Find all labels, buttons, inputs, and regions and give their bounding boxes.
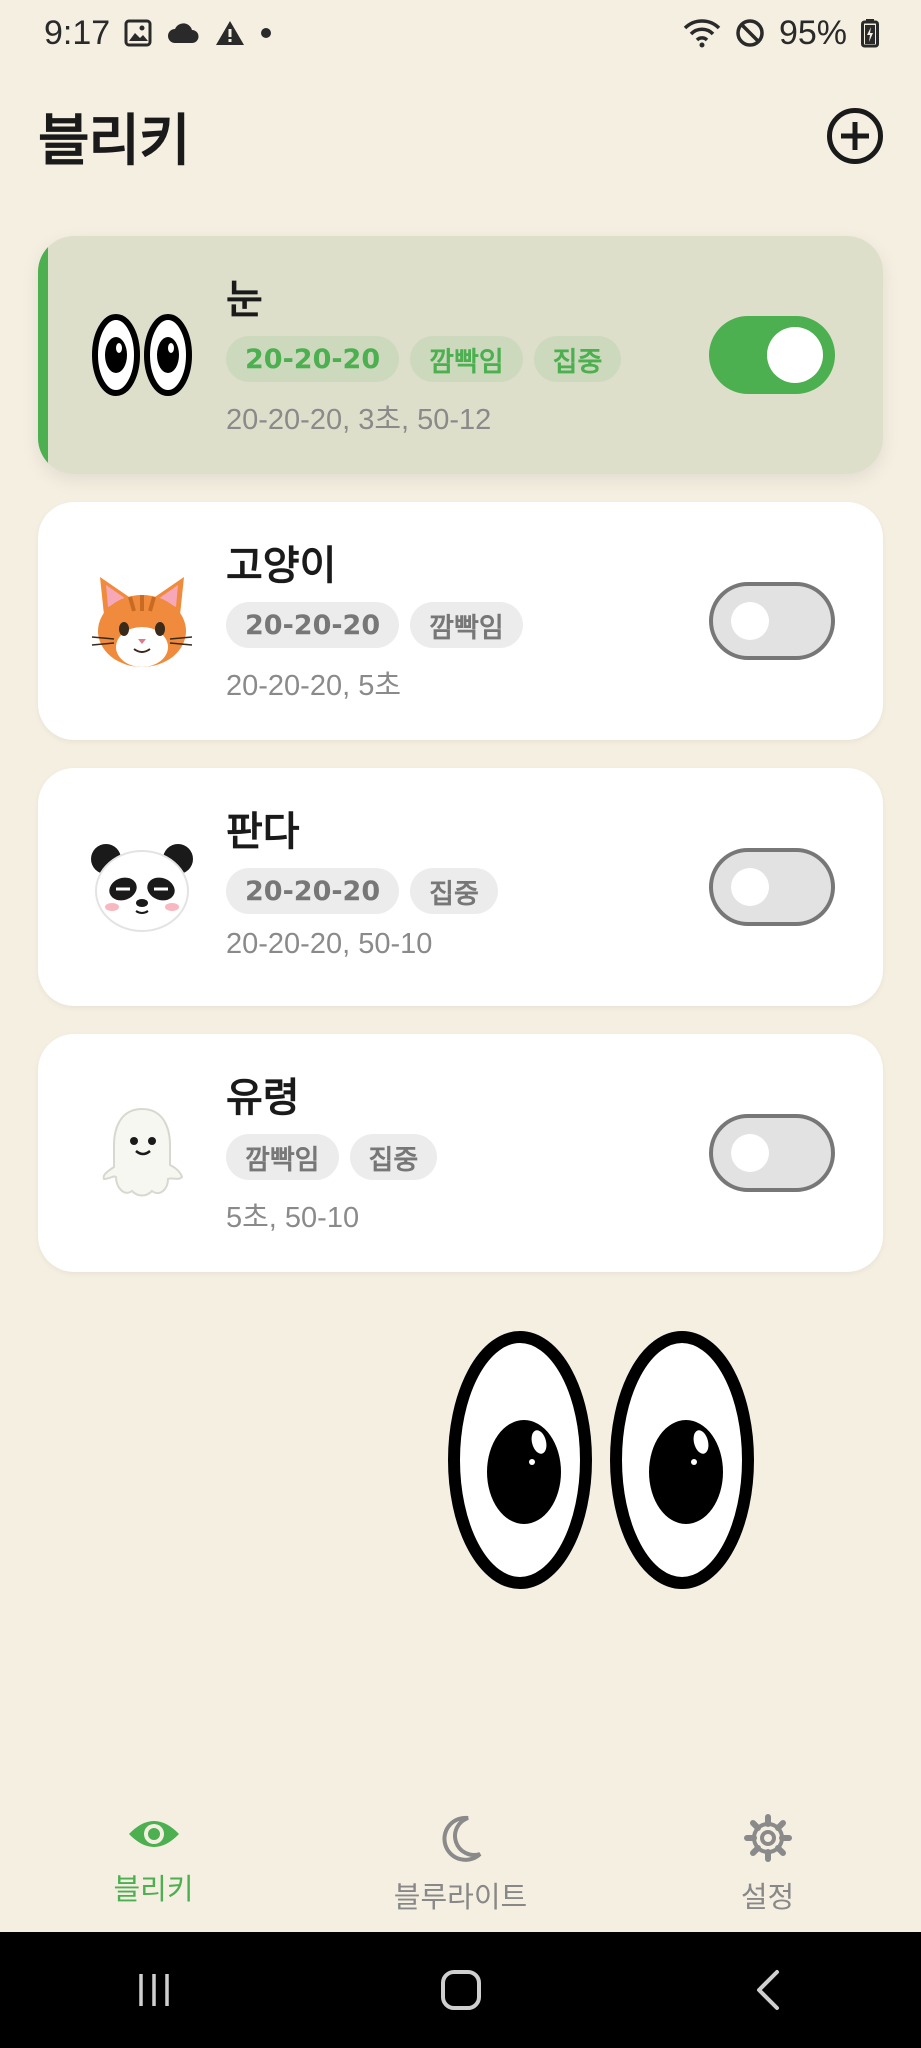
profile-toggle[interactable] (709, 1114, 835, 1192)
card-body: 고양이 20-20-20 깜빡임 20-20-20, 5초 (226, 540, 663, 704)
panda-avatar-icon (86, 832, 198, 942)
tag-list: 20-20-20 깜빡임 집중 (226, 336, 663, 382)
cat-avatar-icon (86, 566, 198, 676)
battery-percent: 95% (778, 13, 847, 52)
notification-dot-icon (260, 27, 272, 39)
profile-summary: 20-20-20, 3초, 50-12 (226, 404, 492, 436)
tag-chip: 집중 (410, 868, 498, 914)
home-button[interactable] (421, 1950, 501, 2030)
nav-label: 블리키 (113, 1872, 194, 1906)
profile-summary: 5초, 50-10 (226, 1202, 360, 1234)
profile-list: 눈 20-20-20 깜빡임 집중 20-20-20, 3초, 50-12 고양… (38, 236, 883, 1300)
eyes-avatar-icon (86, 300, 198, 410)
do-not-disturb-icon (735, 18, 765, 48)
nav-item-settings[interactable]: 설정 (614, 1800, 921, 1932)
toggle-knob (731, 1134, 769, 1172)
profile-card-cat[interactable]: 고양이 20-20-20 깜빡임 20-20-20, 5초 (38, 502, 883, 740)
card-body: 유령 깜빡임 집중 5초, 50-10 (226, 1072, 663, 1236)
recent-apps-button[interactable] (114, 1950, 194, 2030)
add-profile-button[interactable] (827, 108, 883, 164)
profile-toggle[interactable] (709, 316, 835, 394)
status-time: 9:17 (44, 13, 111, 52)
ghost-avatar-icon (86, 1098, 198, 1208)
toggle-knob (731, 602, 769, 640)
moon-icon (438, 1814, 484, 1866)
profile-summary: 20-20-20, 50-10 (226, 928, 433, 960)
app-header: 블리키 (38, 96, 883, 176)
profile-toggle[interactable] (709, 848, 835, 926)
status-bar: 9:17 95% (0, 0, 921, 66)
nav-label: 블루라이트 (393, 1880, 528, 1914)
profile-card-ghost[interactable]: 유령 깜빡임 집중 5초, 50-10 (38, 1034, 883, 1272)
cloud-icon (166, 21, 200, 45)
profile-summary: 20-20-20, 5초 (226, 670, 402, 702)
toggle-knob (731, 868, 769, 906)
profile-name: 유령 (226, 1075, 300, 1121)
card-body: 판다 20-20-20 집중 20-20-20, 50-10 (226, 806, 663, 961)
tag-list: 20-20-20 집중 (226, 868, 663, 914)
status-left: 9:17 (44, 14, 272, 53)
tag-chip: 깜빡임 (410, 336, 523, 382)
warning-icon (214, 19, 246, 47)
profile-name: 눈 (226, 277, 263, 323)
tag-chip: 집중 (533, 336, 622, 382)
profile-name: 고양이 (226, 543, 337, 589)
tag-chip: 깜빡임 (410, 602, 523, 648)
profile-card-eye[interactable]: 눈 20-20-20 깜빡임 집중 20-20-20, 3초, 50-12 (38, 236, 883, 474)
nav-item-bluelight[interactable]: 블루라이트 (307, 1800, 614, 1932)
back-button[interactable] (728, 1950, 808, 2030)
tag-list: 깜빡임 집중 (226, 1134, 663, 1180)
bottom-navigation: 블리키 블루라이트 설정 (0, 1800, 921, 1932)
profile-name: 판다 (226, 809, 300, 855)
image-icon (124, 19, 152, 47)
tag-chip: 20-20-20 (226, 868, 400, 914)
battery-charging-icon (861, 18, 879, 48)
profile-toggle[interactable] (709, 582, 835, 660)
status-right: 95% (683, 14, 879, 53)
gear-icon (743, 1814, 792, 1866)
tag-chip: 집중 (349, 1134, 438, 1180)
profile-card-panda[interactable]: 판다 20-20-20 집중 20-20-20, 50-10 (38, 768, 883, 1006)
tag-chip: 20-20-20 (226, 336, 400, 382)
tag-chip: 20-20-20 (226, 602, 400, 648)
tag-list: 20-20-20 깜빡임 (226, 602, 663, 648)
eye-icon (127, 1814, 181, 1858)
system-navigation-bar (0, 1932, 921, 2048)
nav-item-blinky[interactable]: 블리키 (0, 1800, 307, 1932)
toggle-knob (767, 327, 823, 383)
card-body: 눈 20-20-20 깜빡임 집중 20-20-20, 3초, 50-12 (226, 274, 663, 438)
wifi-icon (683, 18, 721, 48)
tag-chip: 깜빡임 (226, 1134, 339, 1180)
eyes-mascot-illustration (448, 1330, 754, 1590)
page-title: 블리키 (38, 108, 191, 174)
nav-label: 설정 (740, 1880, 795, 1914)
